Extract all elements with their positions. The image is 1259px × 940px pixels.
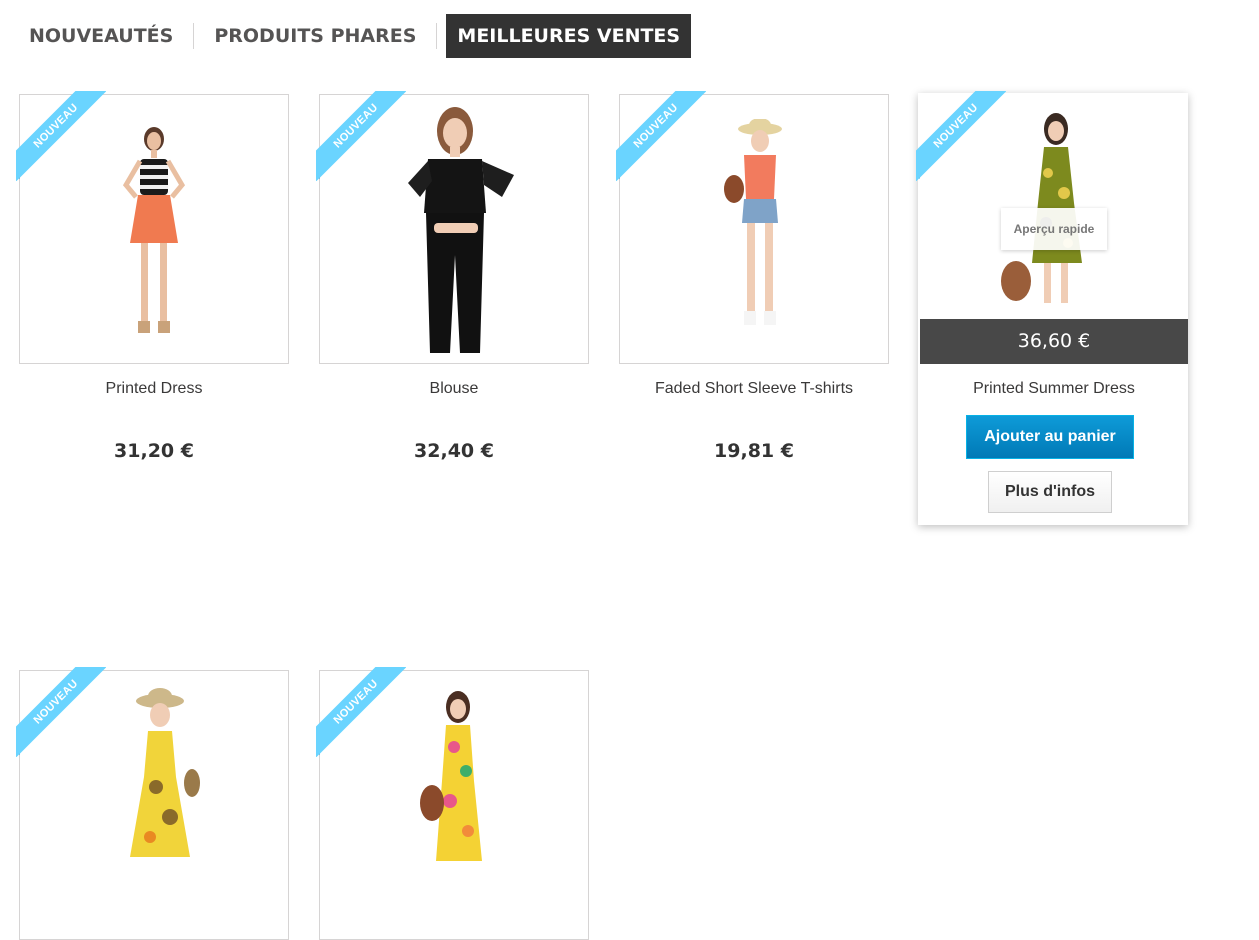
tab-produits-phares[interactable]: PRODUITS PHARES [203,14,427,58]
tab-nouveautes[interactable]: NOUVEAUTÉS [18,14,184,58]
product-image[interactable]: Nouveau [316,667,589,940]
product-card-printed-summer-dress[interactable]: Nouveau Aperçu rapide 36,60 € Printed Su… [916,91,1189,525]
product-name[interactable]: Blouse [319,380,589,398]
product-card-printed-dress[interactable]: Nouveau Printed Dress 31,20 € [16,91,289,462]
tab-meilleures-ventes[interactable]: MEILLEURES VENTES [446,14,692,58]
product-price: 32,40 € [414,440,494,462]
add-to-cart-button[interactable]: Ajouter au panier [966,415,1134,459]
product-image[interactable]: Nouveau [16,91,289,364]
product-name[interactable]: Faded Short Sleeve T-shirts [619,380,889,398]
product-name[interactable]: Printed Dress [19,380,289,398]
new-badge: Nouveau [16,667,106,757]
product-name[interactable]: Printed Summer Dress [919,380,1189,398]
more-info-button[interactable]: Plus d'infos [988,471,1112,513]
product-image[interactable]: Nouveau Aperçu rapide 36,60 € [916,91,1188,364]
product-image[interactable]: Nouveau [316,91,589,364]
product-price: 19,81 € [714,440,794,462]
new-badge: Nouveau [16,91,106,181]
product-card-faded-tshirt[interactable]: Nouveau Faded Short Sleeve T-shirts 19,8… [616,91,889,462]
product-card-5[interactable]: Nouveau [16,667,289,940]
new-badge: Nouveau [616,91,706,181]
new-badge: Nouveau [316,91,406,181]
product-image[interactable]: Nouveau [616,91,889,364]
product-tabs: NOUVEAUTÉS PRODUITS PHARES MEILLEURES VE… [18,14,692,58]
new-badge: Nouveau [916,91,1006,181]
product-card-blouse[interactable]: Nouveau Blouse 32,40 € [316,91,589,462]
product-image[interactable]: Nouveau [16,667,289,940]
product-price-overlay: 36,60 € [920,319,1188,364]
tab-divider [436,23,438,49]
product-price: 31,20 € [114,440,194,462]
product-card-6[interactable]: Nouveau [316,667,589,940]
tab-divider [193,23,195,49]
new-badge: Nouveau [316,667,406,757]
quick-view-button[interactable]: Aperçu rapide [1001,208,1107,250]
